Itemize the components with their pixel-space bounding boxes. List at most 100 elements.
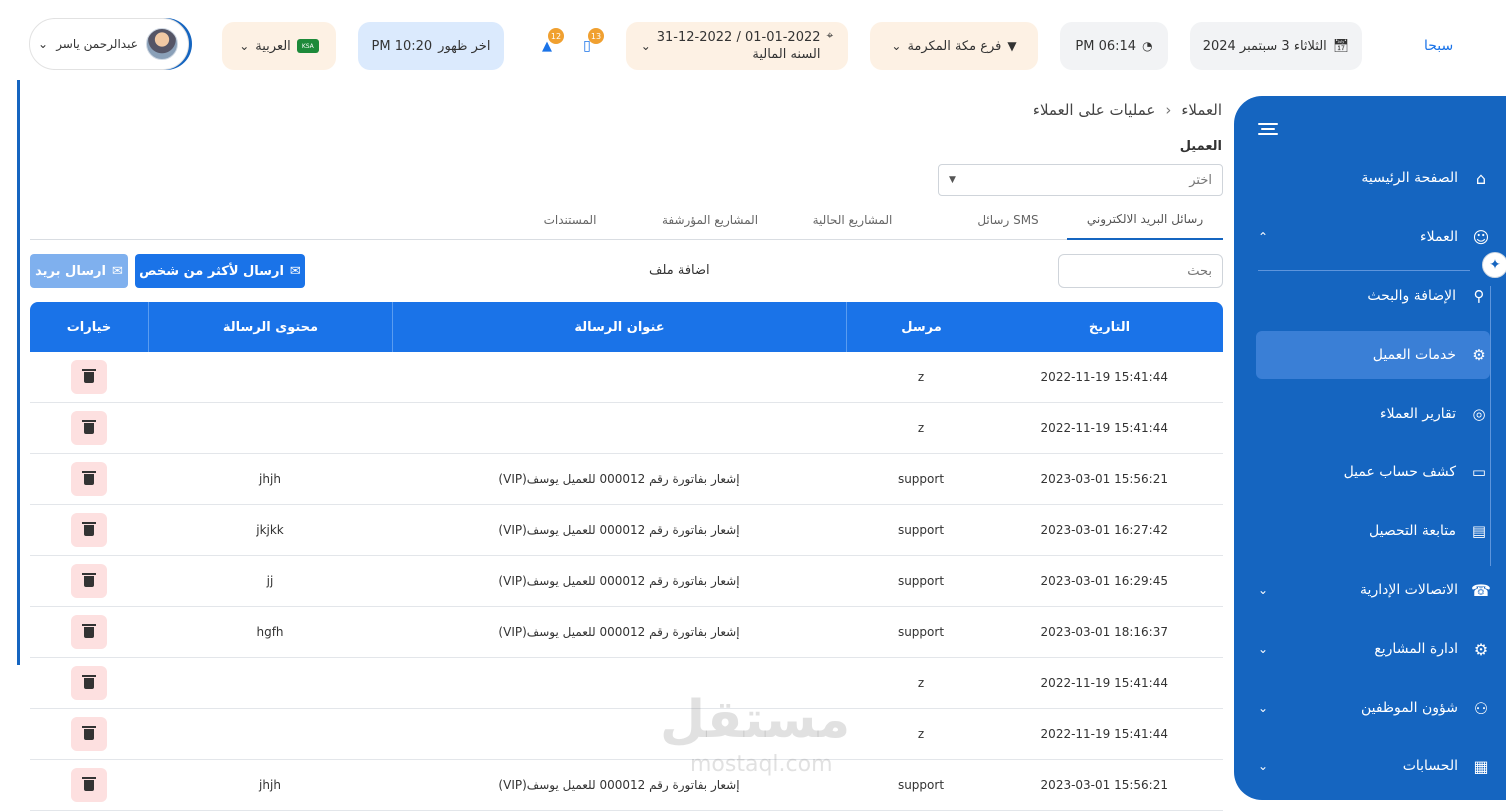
delete-button[interactable] — [71, 462, 107, 496]
trash-icon — [82, 470, 96, 485]
user-name: عبدالرحمن ياسر — [56, 37, 138, 51]
send-mail-button[interactable]: ارسال بريد ✉ — [30, 254, 128, 288]
fiscal-year-select[interactable]: ⌄ 31-12-2022 / 01-01-2022 السنه المالية … — [626, 22, 848, 70]
tab-sms[interactable]: رسائل SMS — [960, 200, 1056, 240]
breadcrumb-root[interactable]: العملاء — [1181, 101, 1222, 119]
trash-icon — [82, 521, 96, 536]
sidebar-item-projects[interactable]: ⌄ ادارة المشاريع ⚙ — [1246, 629, 1492, 669]
tab-archived-projects[interactable]: المشاريع المؤرشفة — [650, 200, 770, 240]
cell-content: jj — [266, 574, 274, 588]
dropdown-arrow-icon: ▼ — [949, 175, 956, 185]
sidebar-item-admin-comms[interactable]: ⌄ الاتصالات الإدارية ☎ — [1246, 570, 1492, 610]
time-text: PM 06:14 — [1075, 38, 1137, 54]
chevron-down-icon: ⌄ — [1258, 583, 1269, 597]
breadcrumb-separator: ‹ — [1165, 101, 1172, 119]
delete-button[interactable] — [71, 666, 107, 700]
cart-button[interactable]: ▯ 13 — [580, 28, 604, 54]
table-row: 2023-03-01 15:56:21 support إشعار بفاتورة … — [30, 760, 1223, 811]
headset-icon: ☎ — [1471, 580, 1491, 600]
cell-options — [30, 505, 148, 555]
cell-subject: إشعار بفاتورة رقم 000012 للعميل يوسف(VIP… — [498, 523, 740, 537]
assistant-float-button[interactable]: ✦ — [1482, 252, 1506, 278]
cell-content: jhjh — [259, 472, 281, 486]
cell-content — [148, 352, 392, 402]
cell-date: 2023-03-01 18:16:37 — [1040, 625, 1168, 639]
delete-button[interactable] — [71, 513, 107, 547]
delete-button[interactable] — [71, 564, 107, 598]
send-multiple-button[interactable]: ارسال لأكثر من شخص ✉ — [135, 254, 305, 288]
breadcrumb-current: عمليات على العملاء — [1032, 101, 1156, 119]
fiscal-range: 31-12-2022 / 01-01-2022 — [656, 30, 821, 45]
sidebar-item-clients[interactable]: ⌃ العملاء ☺ — [1246, 217, 1492, 257]
sidebar-item-hr[interactable]: ⌄ شؤون الموظفين ⚇ — [1246, 688, 1492, 728]
delete-button[interactable] — [71, 768, 107, 802]
chevron-down-icon: ⌄ — [239, 39, 250, 53]
cell-options — [30, 454, 148, 504]
sidebar-item-account-statement[interactable]: كشف حساب عميل ▭ — [1256, 448, 1490, 496]
th-subject: عنوان الرسالة — [392, 302, 846, 352]
mail-check-icon: ✉ — [289, 263, 301, 279]
cell-options — [30, 403, 148, 453]
watermark: مستقل — [660, 690, 851, 750]
calculator-icon: ▦ — [1473, 756, 1489, 776]
cell-date: 2022-11-19 15:41:44 — [1040, 421, 1168, 435]
clock-icon: ◔ — [1142, 39, 1153, 53]
team-icon: ⚇ — [1473, 698, 1489, 718]
users-icon: ☺ — [1472, 227, 1490, 247]
cell-subject: إشعار بفاتورة رقم 000012 للعميل يوسف(VIP… — [498, 574, 740, 588]
notification-badge: 12 — [548, 28, 564, 44]
user-menu[interactable]: ⌄ عبدالرحمن ياسر — [29, 18, 189, 70]
cell-date: 2023-03-01 16:29:45 — [1040, 574, 1168, 588]
menu-toggle-icon[interactable] — [1258, 120, 1278, 138]
branch-select[interactable]: ⌄ فرع مكة المكرمة ▼ — [870, 22, 1038, 70]
language-select[interactable]: ⌄ العربية KSA — [222, 22, 336, 70]
trash-icon — [82, 572, 96, 587]
sidebar-item-add-search[interactable]: الإضافة والبحث ⚲ — [1256, 272, 1490, 320]
sidebar: الصفحة الرئيسية ⌂ ⌃ العملاء ☺ الإضافة وا… — [1234, 96, 1506, 800]
table-row: 2023-03-01 18:16:37 support إشعار بفاتورة … — [30, 607, 1223, 658]
th-date: التاريخ — [1088, 319, 1131, 335]
tab-documents[interactable]: المستندات — [530, 200, 610, 240]
sidebar-item-accounts[interactable]: ⌄ الحسابات ▦ — [1246, 746, 1492, 786]
table-row: 2022-11-19 15:41:44 z — [30, 658, 1223, 709]
table-row: 2023-03-01 16:29:45 support إشعار بفاتورة … — [30, 556, 1223, 607]
sidebar-item-client-services[interactable]: خدمات العميل ⚙ — [1256, 331, 1490, 379]
attach-file-link[interactable]: اضافة ملف — [649, 263, 710, 278]
cell-date: 2023-03-01 15:56:21 — [1040, 472, 1168, 486]
gear-icon: ⚙ — [1472, 346, 1486, 364]
mail-icon: ✉ — [111, 263, 123, 279]
cell-sender: z — [917, 727, 925, 741]
table-body: 2022-11-19 15:41:44 z 2022-11-19 15:41:44 z… — [30, 352, 1223, 811]
client-select[interactable]: ▼ اختر — [938, 164, 1223, 196]
tab-email[interactable]: رسائل البريد الالكتروني — [1067, 200, 1223, 240]
language-text: العربية — [255, 38, 291, 54]
tab-current-projects[interactable]: المشاريع الحالية — [800, 200, 905, 240]
date-pill: الثلاثاء 3 سبتمبر 2024 📅︎ — [1190, 22, 1362, 70]
cell-date: 2022-11-19 15:41:44 — [1040, 370, 1168, 384]
cell-sender: support — [897, 625, 945, 639]
location-pin-icon: ▼ — [1007, 39, 1017, 53]
time-pill: PM 06:14 ◔ — [1060, 22, 1168, 70]
target-icon: ⌖ — [826, 28, 834, 42]
submenu-divider — [1258, 270, 1470, 271]
notification-button[interactable]: ▲ 12 — [540, 28, 564, 54]
table-row: 2022-11-19 15:41:44 z — [30, 709, 1223, 760]
sidebar-item-collection[interactable]: متابعة التحصيل ▤ — [1256, 507, 1490, 555]
trash-icon — [82, 419, 96, 434]
search-input[interactable] — [1058, 254, 1223, 288]
delete-button[interactable] — [71, 615, 107, 649]
cell-subject: إشعار بفاتورة رقم 000012 للعميل يوسف(VIP… — [498, 472, 740, 486]
last-seen-pill: PM 10:20 اخر ظهور — [358, 22, 504, 70]
sidebar-item-home[interactable]: الصفحة الرئيسية ⌂ — [1246, 158, 1492, 198]
cell-options — [30, 760, 148, 810]
th-sender: مرسل — [846, 302, 996, 352]
cell-date: 2023-03-01 15:56:21 — [1040, 778, 1168, 792]
brand-name[interactable]: سبحا — [1424, 38, 1453, 54]
delete-button[interactable] — [71, 411, 107, 445]
chevron-down-icon: ⌄ — [891, 39, 902, 53]
sidebar-item-client-reports[interactable]: تقارير العملاء ◎ — [1256, 390, 1490, 438]
delete-button[interactable] — [71, 717, 107, 751]
cell-options — [30, 607, 148, 657]
user-circle-icon: ◎ — [1472, 405, 1486, 423]
delete-button[interactable] — [71, 360, 107, 394]
